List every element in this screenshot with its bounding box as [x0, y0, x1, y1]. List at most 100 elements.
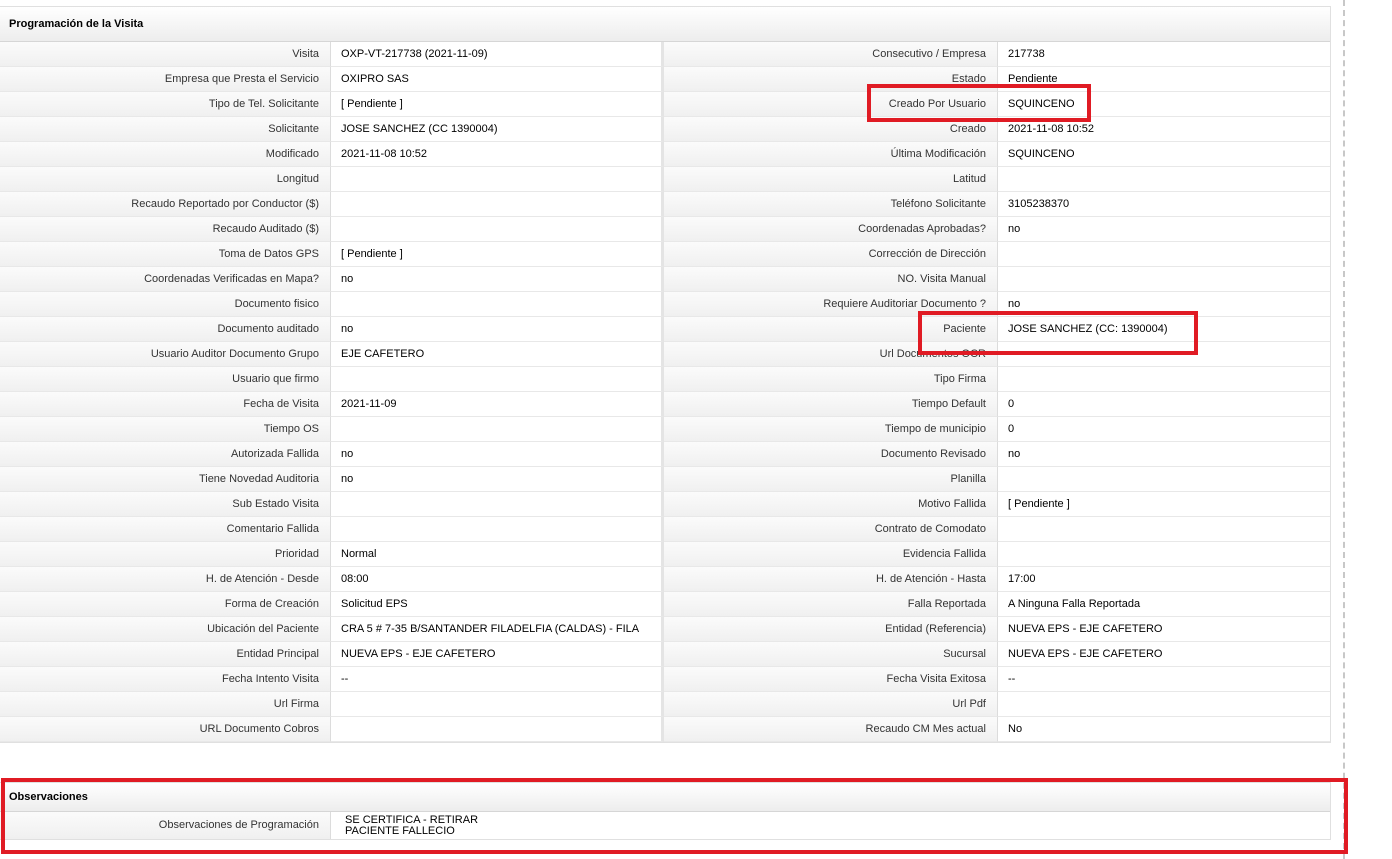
field-label: Documento Revisado [664, 442, 998, 467]
field-label: Usuario que firmo [0, 367, 331, 392]
field-value: JOSE SANCHEZ (CC: 1390004) [998, 317, 1330, 342]
field-value [998, 517, 1330, 542]
field-label: Url Pdf [664, 692, 998, 717]
field-label: Tipo de Tel. Solicitante [0, 92, 331, 117]
field-value [998, 242, 1330, 267]
field-value: NUEVA EPS - EJE CAFETERO [998, 617, 1330, 642]
field-label: Tiene Novedad Auditoria [0, 467, 331, 492]
field-value [331, 367, 664, 392]
field-value [998, 367, 1330, 392]
field-label: Prioridad [0, 542, 331, 567]
field-value: 2021-11-08 10:52 [331, 142, 664, 167]
field-value [998, 542, 1330, 567]
field-label: Toma de Datos GPS [0, 242, 331, 267]
field-value: OXIPRO SAS [331, 67, 664, 92]
field-label: Forma de Creación [0, 592, 331, 617]
field-label: H. de Atención - Desde [0, 567, 331, 592]
field-value: no [998, 292, 1330, 317]
field-value [998, 342, 1330, 367]
field-value [331, 517, 664, 542]
field-label: Fecha de Visita [0, 392, 331, 417]
observaciones-panel: Observaciones Observaciones de Programac… [0, 782, 1331, 840]
field-label: Fecha Intento Visita [0, 667, 331, 692]
field-label: Empresa que Presta el Servicio [0, 67, 331, 92]
field-value: Normal [331, 542, 664, 567]
field-value: -- [998, 667, 1330, 692]
field-value: no [331, 317, 664, 342]
page: Programación de la Visita Visita OXP-VT-2… [0, 0, 1392, 859]
field-label: Latitud [664, 167, 998, 192]
field-value: CRA 5 # 7-35 B/SANTANDER FILADELFIA (CAL… [331, 617, 664, 642]
field-value [331, 417, 664, 442]
field-label: Creado [664, 117, 998, 142]
field-label: Contrato de Comodato [664, 517, 998, 542]
field-value: SQUINCENO [998, 142, 1330, 167]
observaciones-line: SE CERTIFICA - RETIRAR [345, 814, 479, 826]
field-label: URL Documento Cobros [0, 717, 331, 742]
field-value: EJE CAFETERO [331, 342, 664, 367]
field-label: Falla Reportada [664, 592, 998, 617]
field-value: 17:00 [998, 567, 1330, 592]
field-value: JOSE SANCHEZ (CC 1390004) [331, 117, 664, 142]
observaciones-value: SE CERTIFICA - RETIRAR PACIENTE FALLECIO [331, 812, 1330, 839]
field-label: Recaudo Auditado ($) [0, 217, 331, 242]
field-value: no [331, 442, 664, 467]
field-value [331, 192, 664, 217]
field-label: Fecha Visita Exitosa [664, 667, 998, 692]
field-value [331, 167, 664, 192]
field-value: OXP-VT-217738 (2021-11-09) [331, 42, 664, 67]
field-label: Estado [664, 67, 998, 92]
programacion-title: Programación de la Visita [0, 7, 1330, 42]
field-value: SQUINCENO [998, 92, 1330, 117]
field-value: A Ninguna Falla Reportada [998, 592, 1330, 617]
field-value: -- [331, 667, 664, 692]
field-label: Url Firma [0, 692, 331, 717]
field-value: no [998, 442, 1330, 467]
field-label: Paciente [664, 317, 998, 342]
field-label: Creado Por Usuario [664, 92, 998, 117]
field-value [998, 167, 1330, 192]
field-value: [ Pendiente ] [998, 492, 1330, 517]
observaciones-row: Observaciones de Programación SE CERTIFI… [0, 812, 1330, 839]
field-value: no [998, 217, 1330, 242]
field-label: Recaudo Reportado por Conductor ($) [0, 192, 331, 217]
field-value [331, 492, 664, 517]
field-label: Entidad Principal [0, 642, 331, 667]
field-label: Sucursal [664, 642, 998, 667]
field-value: NUEVA EPS - EJE CAFETERO [331, 642, 664, 667]
field-value: 08:00 [331, 567, 664, 592]
observaciones-label: Observaciones de Programación [0, 812, 331, 839]
field-label: Coordenadas Verificadas en Mapa? [0, 267, 331, 292]
field-value [331, 692, 664, 717]
field-value: 3105238370 [998, 192, 1330, 217]
field-value: 0 [998, 417, 1330, 442]
field-label: Autorizada Fallida [0, 442, 331, 467]
field-label: Comentario Fallida [0, 517, 331, 542]
field-label: Longitud [0, 167, 331, 192]
observaciones-line: PACIENTE FALLECIO [345, 825, 455, 837]
field-label: Documento fisico [0, 292, 331, 317]
field-label: Planilla [664, 467, 998, 492]
field-value: [ Pendiente ] [331, 242, 664, 267]
field-label: Modificado [0, 142, 331, 167]
field-label: Tiempo de municipio [664, 417, 998, 442]
field-value: [ Pendiente ] [331, 92, 664, 117]
dashed-divider [1343, 0, 1345, 859]
field-label: Evidencia Fallida [664, 542, 998, 567]
field-label: Entidad (Referencia) [664, 617, 998, 642]
field-value: 2021-11-09 [331, 392, 664, 417]
programacion-panel: Programación de la Visita Visita OXP-VT-2… [0, 6, 1331, 743]
field-value: no [331, 467, 664, 492]
field-value [998, 692, 1330, 717]
field-label: Coordenadas Aprobadas? [664, 217, 998, 242]
field-value [998, 467, 1330, 492]
field-value [331, 717, 664, 742]
observaciones-title: Observaciones [0, 783, 1330, 812]
field-label: Teléfono Solicitante [664, 192, 998, 217]
field-label: Url Documentos OCR [664, 342, 998, 367]
field-label: Documento auditado [0, 317, 331, 342]
field-label: Tiempo Default [664, 392, 998, 417]
field-label: Última Modificación [664, 142, 998, 167]
field-value [331, 217, 664, 242]
programacion-grid: Visita OXP-VT-217738 (2021-11-09) Consecut… [0, 42, 1330, 742]
